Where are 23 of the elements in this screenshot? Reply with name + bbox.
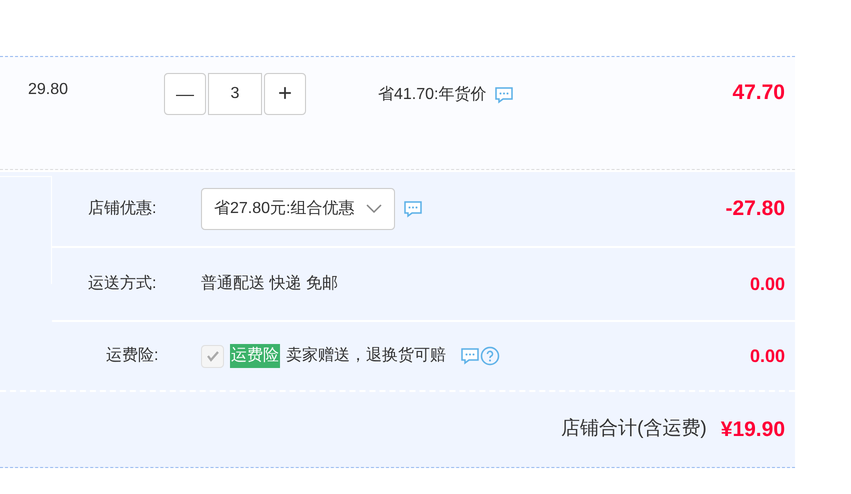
insurance-amount: 0.00: [750, 344, 785, 368]
insurance-label: 运费险:: [106, 346, 160, 366]
insurance-description: 卖家赠送，退换货可赔: [286, 346, 446, 366]
help-icon[interactable]: [480, 346, 500, 366]
discount-dropdown[interactable]: 省27.80元:组合优惠: [201, 188, 396, 230]
shipping-label: 运送方式:: [88, 274, 158, 294]
unit-price: 29.80: [28, 80, 70, 100]
shipping-method: 普通配送 快递 免邮: [201, 273, 338, 294]
total-amount: ¥19.90: [720, 416, 785, 443]
quantity-field[interactable]: 3: [208, 73, 262, 115]
shipping-amount: 0.00: [750, 272, 785, 296]
decrease-button[interactable]: —: [164, 73, 206, 115]
subtotal: 47.70: [732, 80, 785, 106]
discount-amount: -27.80: [725, 196, 785, 222]
chat-icon[interactable]: [403, 200, 424, 218]
total-label: 店铺合计(含运费): [561, 417, 707, 442]
chat-icon[interactable]: [494, 86, 514, 104]
chat-icon[interactable]: [460, 347, 480, 365]
store-discount-label: 店铺优惠:: [88, 198, 158, 219]
promo-text: 省41.70:年货价: [378, 84, 486, 105]
insurance-badge: 运费险: [230, 344, 280, 368]
chevron-down-icon: [366, 204, 382, 214]
increase-button[interactable]: +: [264, 73, 306, 115]
